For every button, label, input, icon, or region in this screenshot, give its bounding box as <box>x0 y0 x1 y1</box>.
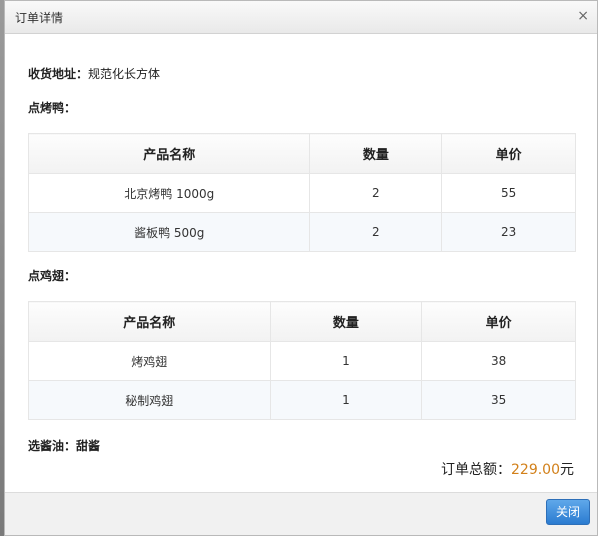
order-total: 订单总额：229.00元 <box>441 459 574 479</box>
cell-product: 烤鸡翅 <box>28 341 271 381</box>
wings-items-table: 产品名称 数量 单价 烤鸡翅 1 38 秘制鸡翅 1 35 <box>28 301 576 420</box>
cell-quantity: 1 <box>269 380 423 420</box>
cell-quantity: 1 <box>269 341 423 381</box>
cell-product: 酱板鸭 500g <box>27 212 311 252</box>
total-label: 订单总额： <box>441 462 511 478</box>
column-header-price: 单价 <box>421 301 576 342</box>
table-row: 北京烤鸭 1000g 2 55 <box>27 173 576 213</box>
close-button[interactable]: 关闭 <box>546 499 590 525</box>
section-title-wings: 点鸡翅： <box>28 269 77 283</box>
dialog-titlebar[interactable]: 订单详情 × <box>5 1 597 34</box>
cell-quantity: 2 <box>309 212 443 252</box>
address-line: 收货地址：规范化长方体 <box>28 63 160 82</box>
table-row: 秘制鸡翅 1 35 <box>28 380 576 420</box>
duck-items-table: 产品名称 数量 单价 北京烤鸭 1000g 2 55 酱板鸭 500g 2 23 <box>27 133 576 252</box>
total-unit: 元 <box>560 462 574 478</box>
sauce-line: 选酱油：甜酱 <box>28 435 100 454</box>
address-label: 收货地址： <box>28 67 89 81</box>
dialog-title: 订单详情 <box>15 11 64 25</box>
cell-price: 55 <box>441 173 576 213</box>
sauce-label: 选酱油： <box>28 439 77 453</box>
column-header-quantity: 数量 <box>309 133 443 174</box>
table-header-row: 产品名称 数量 单价 <box>28 301 576 342</box>
address-value: 规范化长方体 <box>88 67 161 81</box>
total-amount: 229.00 <box>511 462 560 478</box>
column-header-product: 产品名称 <box>27 133 311 174</box>
cell-product: 秘制鸡翅 <box>28 380 271 420</box>
column-header-product: 产品名称 <box>28 301 271 342</box>
table-header-row: 产品名称 数量 单价 <box>27 133 576 174</box>
cell-quantity: 2 <box>309 173 443 213</box>
column-header-quantity: 数量 <box>269 301 423 342</box>
cell-price: 35 <box>421 380 576 420</box>
column-header-price: 单价 <box>441 133 576 174</box>
cell-product: 北京烤鸭 1000g <box>27 173 311 213</box>
section-title-duck: 点烤鸭： <box>28 101 77 115</box>
table-row: 酱板鸭 500g 2 23 <box>27 212 576 252</box>
close-icon[interactable]: × <box>577 8 589 24</box>
cell-price: 23 <box>441 212 576 252</box>
table-row: 烤鸡翅 1 38 <box>28 341 576 381</box>
sauce-value: 甜酱 <box>76 439 101 453</box>
dialog-footer: 关闭 <box>5 492 597 535</box>
order-detail-dialog: 订单详情 × 收货地址：规范化长方体 点烤鸭： 产品名称 数量 单价 北京烤鸭 … <box>4 0 598 536</box>
cell-price: 38 <box>421 341 576 381</box>
